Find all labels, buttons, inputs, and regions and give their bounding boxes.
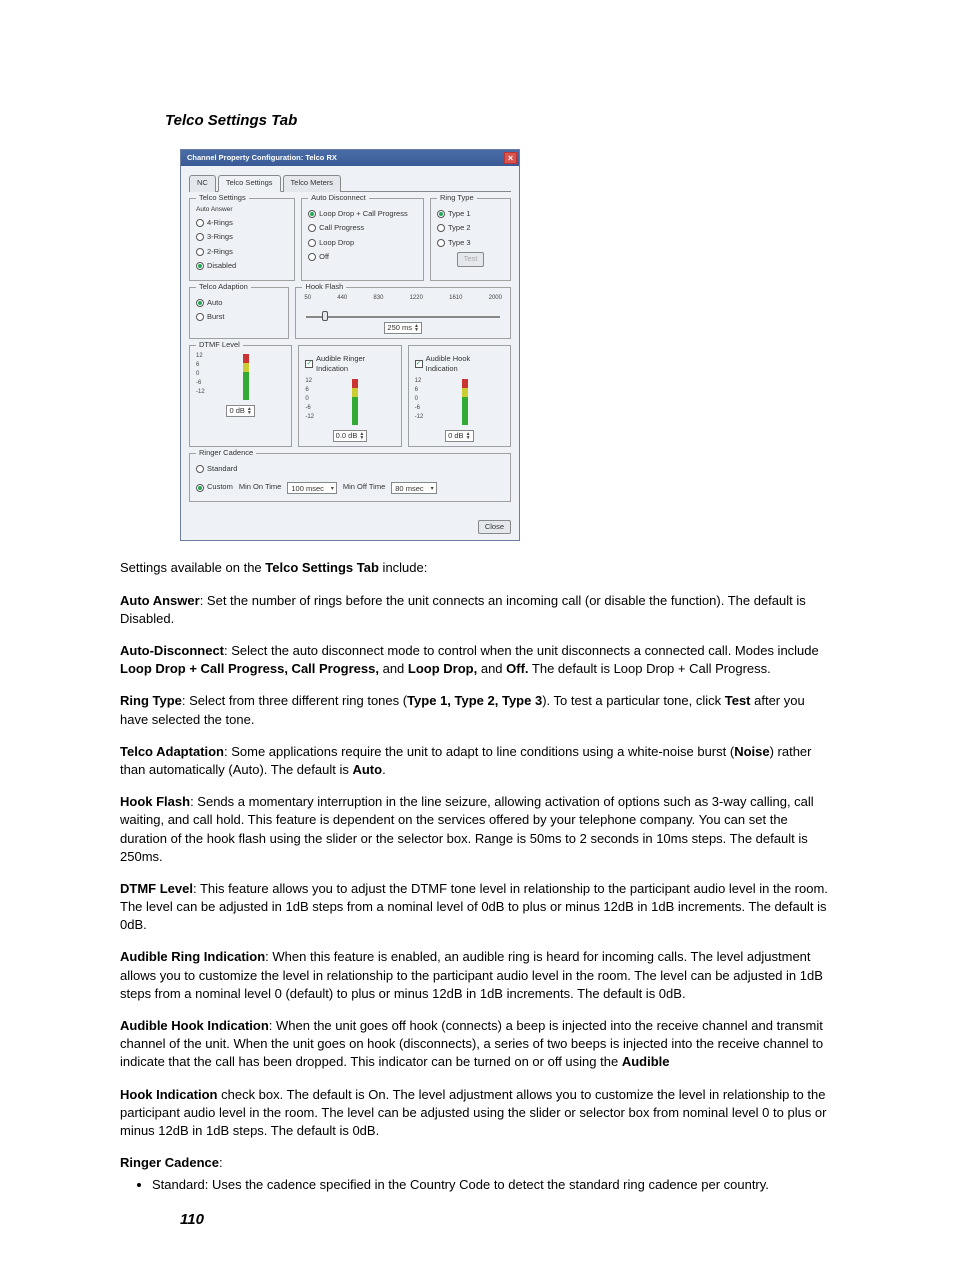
para-telco-adaptation: Telco Adaptation: Some applications requ… [120, 743, 834, 779]
section-title: Telco Settings Tab [120, 110, 834, 131]
tabstrip: NC Telco Settings Telco Meters [189, 174, 511, 192]
para-hook-flash: Hook Flash: Sends a momentary interrupti… [120, 793, 834, 866]
ring-spinner[interactable]: 0.0 dB▲▼ [333, 430, 368, 442]
intro-para: Settings available on the Telco Settings… [120, 559, 834, 577]
dtmf-spinner[interactable]: 0 dB▲▼ [226, 405, 254, 417]
group-dtmf-level: DTMF Level [196, 340, 243, 351]
para-audible-hook: Audible Hook Indication: When the unit g… [120, 1017, 834, 1072]
radio-off[interactable]: Off [308, 252, 417, 263]
close-button[interactable]: Close [478, 520, 511, 535]
telco-settings-dialog: Channel Property Configuration: Telco RX… [180, 149, 520, 541]
min-off-label: Min Off Time [343, 482, 385, 493]
group-auto-answer: Auto Answer [196, 205, 288, 214]
radio-type3[interactable]: Type 3 [437, 238, 504, 249]
group-telco-adaption: Telco Adaption [196, 282, 251, 293]
para-dtmf: DTMF Level: This feature allows you to a… [120, 880, 834, 935]
dtmf-meter [243, 354, 249, 400]
radio-auto[interactable]: Auto [196, 298, 282, 309]
radio-3rings[interactable]: 3-Rings [196, 232, 288, 243]
ringer-cadence-list: Standard: Uses the cadence specified in … [152, 1176, 834, 1194]
min-off-dropdown[interactable]: 80 msec [391, 482, 436, 494]
radio-loopdrop[interactable]: Loop Drop [308, 238, 417, 249]
group-ring-type: Ring Type [437, 193, 477, 204]
radio-burst[interactable]: Burst [196, 312, 282, 323]
radio-type2[interactable]: Type 2 [437, 223, 504, 234]
hookflash-slider[interactable] [306, 316, 500, 318]
radio-callprog[interactable]: Call Progress [308, 223, 417, 234]
dialog-titlebar: Channel Property Configuration: Telco RX… [181, 150, 519, 166]
radio-type1[interactable]: Type 1 [437, 209, 504, 220]
para-ringer-cadence: Ringer Cadence: [120, 1154, 834, 1172]
group-hook-flash: Hook Flash [302, 282, 346, 293]
para-auto-answer: Auto Answer: Set the number of rings bef… [120, 592, 834, 628]
para-ring-type: Ring Type: Select from three different r… [120, 692, 834, 728]
min-on-dropdown[interactable]: 100 msec [287, 482, 337, 494]
check-audible-hook[interactable]: Audible Hook Indication [415, 354, 504, 375]
check-audible-ring[interactable]: Audible Ringer Indication [305, 354, 394, 375]
group-ringer-cadence: Ringer Cadence [196, 448, 256, 459]
page-number: 110 [120, 1209, 834, 1230]
group-telco-settings: Telco Settings [196, 193, 249, 204]
radio-4rings[interactable]: 4-Rings [196, 218, 288, 229]
tab-telco-meters[interactable]: Telco Meters [283, 175, 342, 192]
ring-meter [352, 379, 358, 425]
radio-2rings[interactable]: 2-Rings [196, 247, 288, 258]
min-on-label: Min On Time [239, 482, 282, 493]
tab-telco-settings[interactable]: Telco Settings [218, 175, 281, 192]
close-icon[interactable]: × [504, 152, 517, 164]
hook-spinner[interactable]: 0 dB▲▼ [445, 430, 473, 442]
radio-custom[interactable]: Custom [196, 482, 233, 493]
hook-meter [462, 379, 468, 425]
group-auto-disconnect: Auto Disconnect [308, 193, 369, 204]
para-auto-disconnect: Auto-Disconnect: Select the auto disconn… [120, 642, 834, 678]
dialog-title: Channel Property Configuration: Telco RX [187, 153, 504, 164]
hookflash-spinner[interactable]: 250 ms ▲▼ [384, 322, 422, 334]
radio-loopdrop-callprog[interactable]: Loop Drop + Call Progress [308, 209, 417, 220]
list-item: Standard: Uses the cadence specified in … [152, 1176, 834, 1194]
para-audible-ring: Audible Ring Indication: When this featu… [120, 948, 834, 1003]
tab-nc[interactable]: NC [189, 175, 216, 192]
test-button[interactable]: Test [457, 252, 485, 267]
para-hook-indication: Hook Indication check box. The default i… [120, 1086, 834, 1141]
radio-standard[interactable]: Standard [196, 464, 504, 475]
radio-disabled[interactable]: Disabled [196, 261, 288, 272]
